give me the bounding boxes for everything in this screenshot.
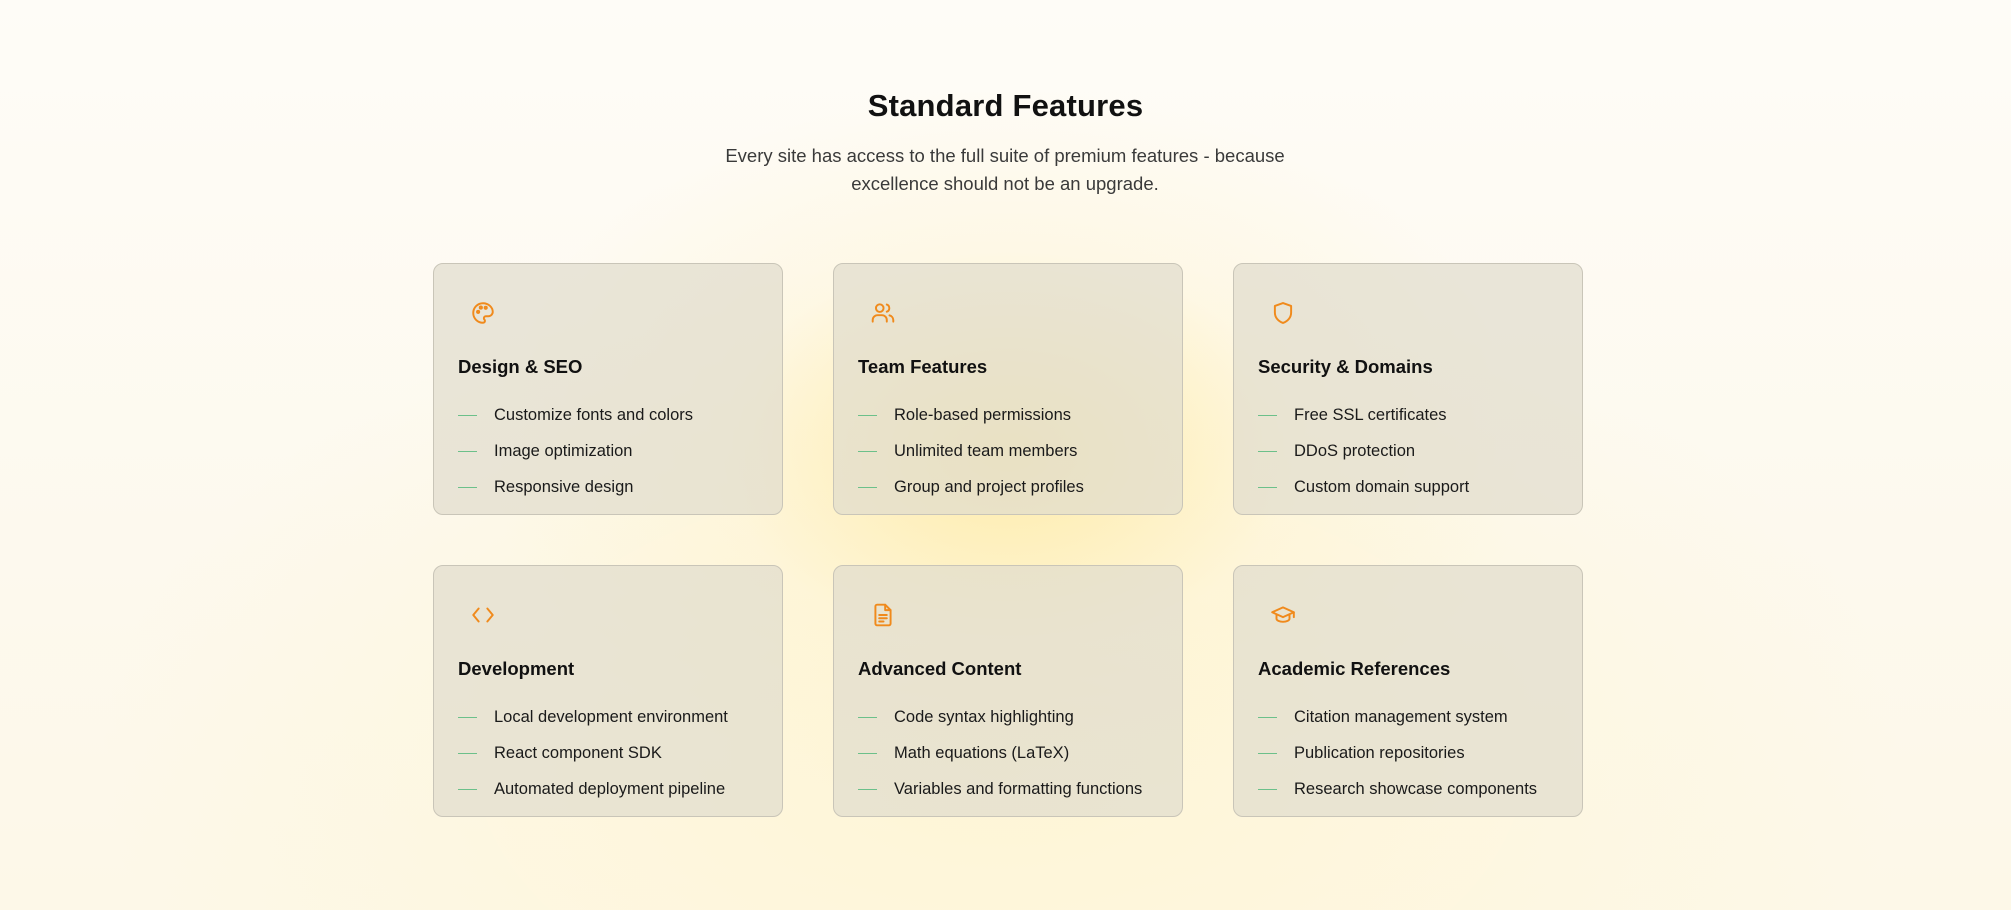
list-item: Citation management system xyxy=(1258,699,1537,735)
feature-list: Code syntax highlighting Math equations … xyxy=(858,699,1142,807)
dash-marker xyxy=(458,450,477,452)
section-subtitle: Every site has access to the full suite … xyxy=(725,145,1285,194)
list-item: Unlimited team members xyxy=(858,433,1084,469)
feature-list: Free SSL certificates DDoS protection Cu… xyxy=(1258,397,1469,505)
feature-card-development: Development Local development environmen… xyxy=(433,565,783,817)
list-item: Free SSL certificates xyxy=(1258,397,1469,433)
list-item: Math equations (LaTeX) xyxy=(858,735,1142,771)
dash-marker xyxy=(458,414,477,416)
dash-marker xyxy=(458,486,477,488)
dash-marker xyxy=(858,414,877,416)
dash-marker xyxy=(1258,486,1277,488)
list-item: Variables and formatting functions xyxy=(858,771,1142,807)
dash-marker xyxy=(458,788,477,790)
dash-marker xyxy=(1258,450,1277,452)
users-icon xyxy=(870,300,896,326)
list-item: Custom domain support xyxy=(1258,469,1469,505)
dash-marker xyxy=(1258,716,1277,718)
list-item: Group and project profiles xyxy=(858,469,1084,505)
shield-icon xyxy=(1270,300,1296,326)
card-title: Advanced Content xyxy=(858,658,1022,679)
dash-marker xyxy=(858,486,877,488)
feature-list: Customize fonts and colors Image optimiz… xyxy=(458,397,693,505)
list-item: DDoS protection xyxy=(1258,433,1469,469)
list-item: Customize fonts and colors xyxy=(458,397,693,433)
card-title: Academic References xyxy=(1258,658,1451,679)
list-item: Responsive design xyxy=(458,469,693,505)
feature-card-team-features: Team Features Role-based permissions Unl… xyxy=(833,263,1183,515)
dash-marker xyxy=(858,716,877,718)
dash-marker xyxy=(858,788,877,790)
feature-card-security-domains: Security & Domains Free SSL certificates… xyxy=(1233,263,1583,515)
feature-card-design-seo: Design & SEO Customize fonts and colors … xyxy=(433,263,783,515)
feature-list: Citation management system Publication r… xyxy=(1258,699,1537,807)
list-item: Local development environment xyxy=(458,699,728,735)
dash-marker xyxy=(1258,414,1277,416)
dash-marker xyxy=(858,450,877,452)
dash-marker xyxy=(1258,788,1277,790)
list-item: Automated deployment pipeline xyxy=(458,771,728,807)
code-icon xyxy=(470,602,496,628)
feature-list: Role-based permissions Unlimited team me… xyxy=(858,397,1084,505)
dash-marker xyxy=(1258,752,1277,754)
graduation-cap-icon xyxy=(1270,602,1296,628)
card-title: Development xyxy=(458,658,575,679)
standard-features-section: Standard Features Every site has access … xyxy=(0,0,2011,910)
dash-marker xyxy=(858,752,877,754)
card-title: Design & SEO xyxy=(458,356,583,377)
feature-card-academic-references: Academic References Citation management … xyxy=(1233,565,1583,817)
list-item: Role-based permissions xyxy=(858,397,1084,433)
feature-list: Local development environment React comp… xyxy=(458,699,728,807)
list-item: Publication repositories xyxy=(1258,735,1537,771)
section-title: Standard Features xyxy=(867,88,1144,123)
dash-marker xyxy=(458,716,477,718)
list-item: Research showcase components xyxy=(1258,771,1537,807)
feature-card-advanced-content: Advanced Content Code syntax highlightin… xyxy=(833,565,1183,817)
card-title: Security & Domains xyxy=(1258,356,1433,377)
list-item: Code syntax highlighting xyxy=(858,699,1142,735)
palette-icon xyxy=(470,300,496,326)
card-title: Team Features xyxy=(858,356,988,377)
list-item: Image optimization xyxy=(458,433,693,469)
list-item: React component SDK xyxy=(458,735,728,771)
document-icon xyxy=(870,602,896,628)
dash-marker xyxy=(458,752,477,754)
